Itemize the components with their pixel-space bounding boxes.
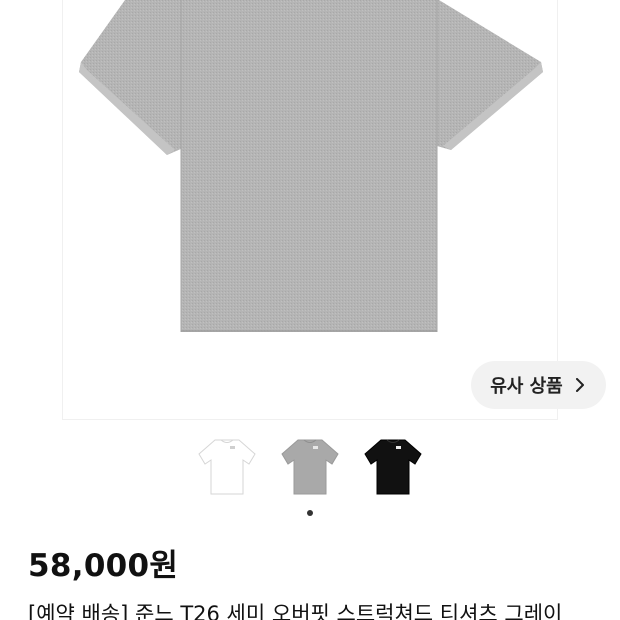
thumbnail-white[interactable] [197,438,257,496]
similar-products-label: 유사 상품 [490,376,563,397]
gray-tshirt-icon [281,439,339,495]
gray-tshirt-illustration [79,0,543,332]
thumbnail-black[interactable] [363,438,423,496]
similar-products-button[interactable]: 유사 상품 [471,361,606,409]
product-title: [예약 배송] 준느 T26 세미 오버핏 스트럭쳐드 티셔츠 그레이 [28,602,563,620]
thumbnail-gray[interactable] [280,438,340,496]
carousel-indicator-dot [307,510,313,516]
black-tshirt-icon [364,439,422,495]
product-main-image[interactable] [62,0,558,420]
color-thumbnails [197,438,423,496]
white-tshirt-icon [198,439,256,495]
product-price: 58,000원 [28,548,179,584]
chevron-right-icon [575,378,584,392]
